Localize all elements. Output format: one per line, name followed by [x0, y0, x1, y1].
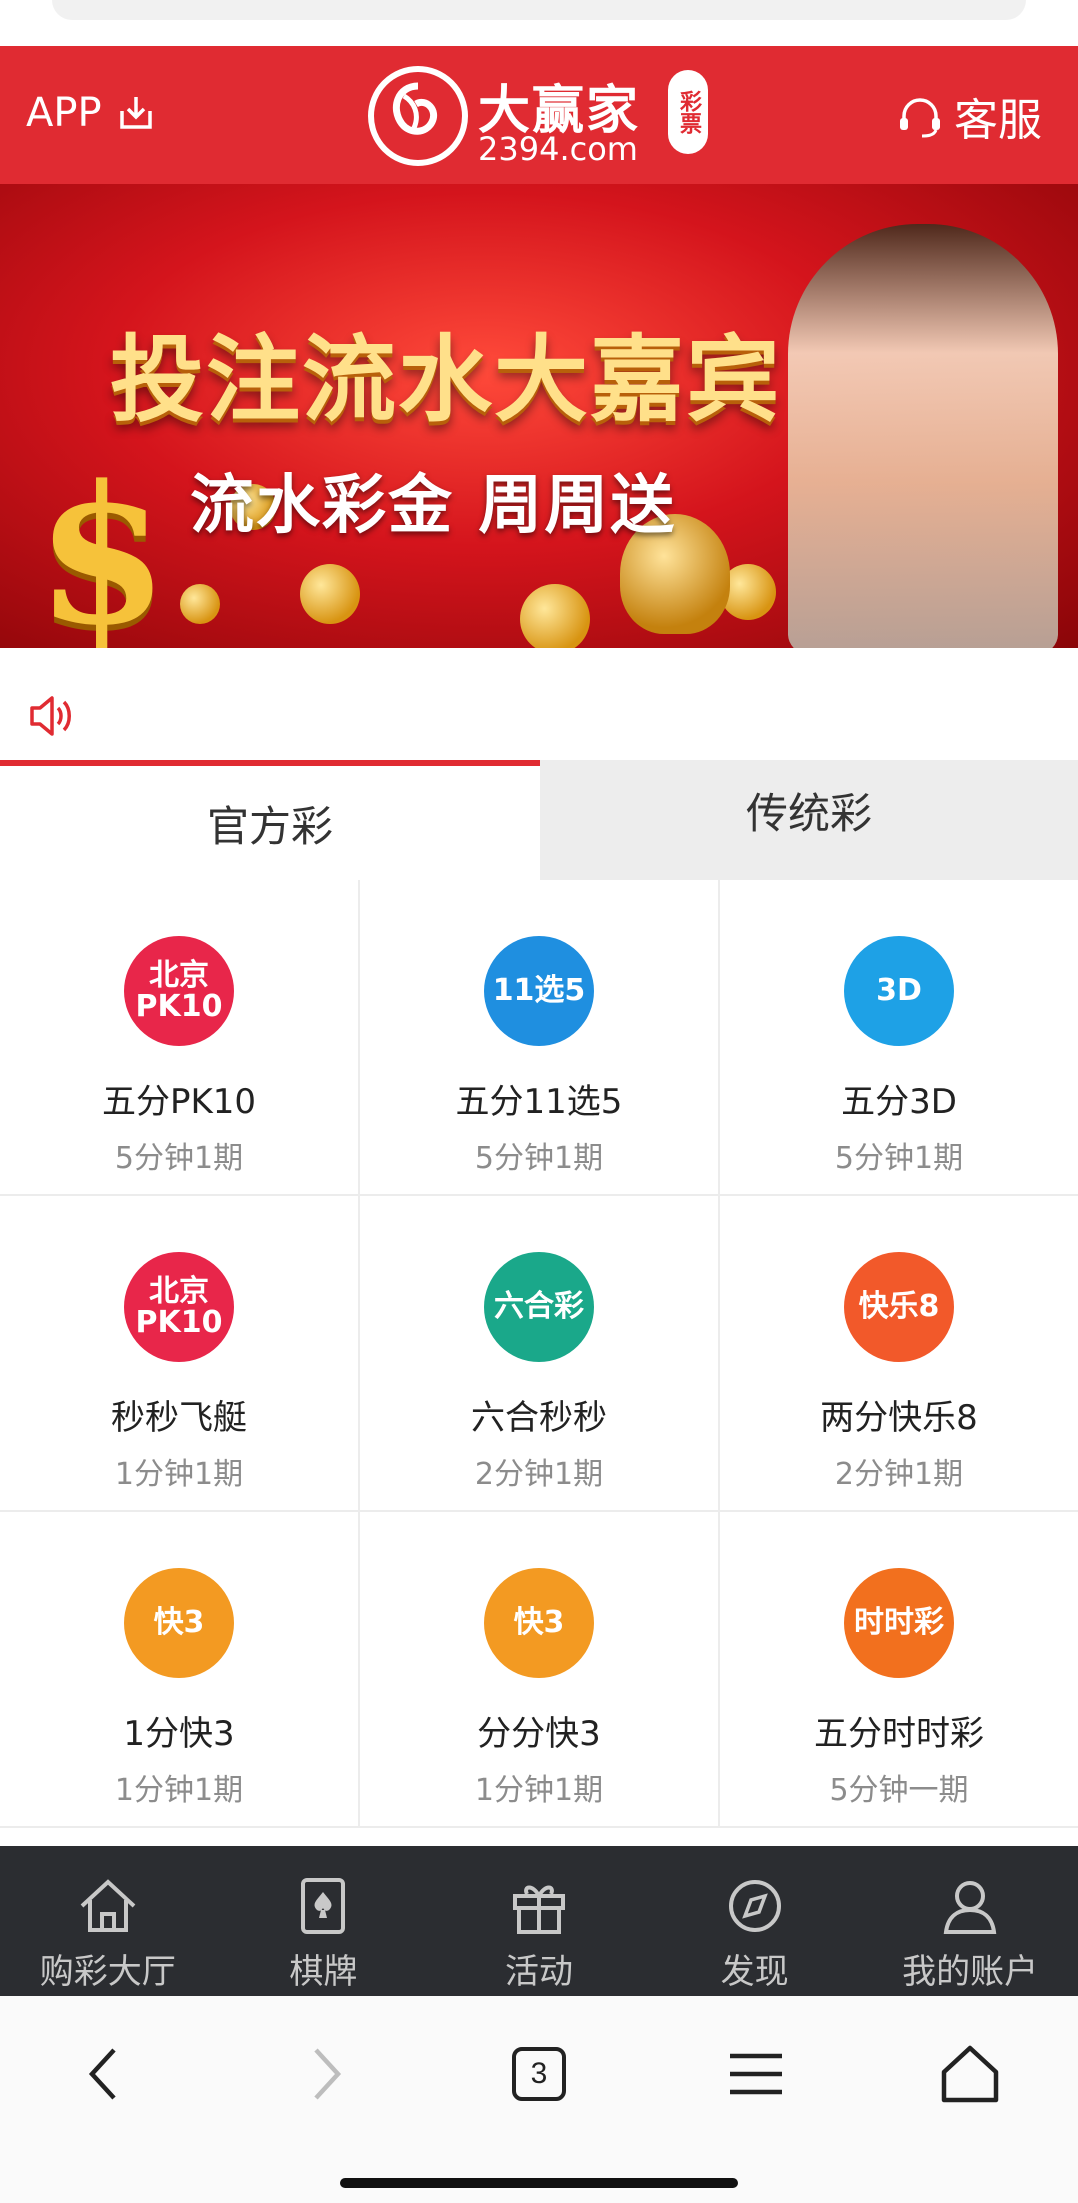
address-bar-remnant [52, 0, 1026, 20]
compass-icon [728, 1880, 781, 1932]
k3-icon: 快3 [484, 1568, 594, 1678]
browser-toolbar: 3 [0, 1996, 1078, 2203]
3d-icon: 3D [844, 936, 954, 1046]
banner-title: 投注流水大嘉宾 [110, 325, 783, 435]
game-period: 1分钟1期 [114, 1457, 244, 1492]
promo-banner[interactable]: $ 投注流水大嘉宾 流水彩金 周周送 [0, 184, 1078, 648]
site-logo[interactable]: 大赢家 2394.com 彩票 [368, 60, 708, 172]
game-card[interactable]: 3D 五分3D 5分钟1期 [720, 880, 1078, 1196]
banner-model-image [788, 224, 1058, 648]
dollar-sign-decoration: $ [36, 444, 169, 648]
tabbar-label: 发现 [720, 1952, 789, 1992]
gift-icon [512, 1885, 565, 1934]
game-period: 1分钟1期 [114, 1773, 244, 1808]
mark-six-icon: 六合彩 [484, 1252, 594, 1362]
coin-decoration [300, 564, 360, 624]
game-card[interactable]: 北京 PK10 五分PK10 5分钟1期 [0, 880, 360, 1196]
tabbar-item-account[interactable]: 我的账户 [862, 1846, 1078, 1996]
tabs-button[interactable]: 3 [499, 2034, 579, 2114]
tab-traditional[interactable]: 传统彩 [540, 760, 1078, 880]
game-period: 2分钟1期 [474, 1457, 604, 1492]
coin-decoration [180, 584, 220, 624]
tab-count: 3 [512, 2047, 566, 2101]
game-card[interactable]: 六合彩 六合秒秒 2分钟1期 [360, 1196, 720, 1512]
tabbar-item-events[interactable]: 活动 [431, 1846, 647, 1996]
game-period: 5分钟1期 [114, 1141, 244, 1176]
game-name: 六合秒秒 [471, 1398, 607, 1438]
tabbar-label: 我的账户 [902, 1952, 1039, 1992]
banner-subtitle: 流水彩金 周周送 [190, 469, 677, 543]
customer-service-button[interactable]: 客服 [896, 84, 1042, 148]
chevron-right-icon [314, 2048, 342, 2100]
tab-official[interactable]: 官方彩 [0, 760, 540, 880]
game-name: 五分时时彩 [814, 1714, 984, 1754]
game-name: 秒秒飞艇 [111, 1398, 247, 1438]
headset-icon [900, 98, 940, 138]
game-name: 五分11选5 [455, 1082, 623, 1122]
game-card[interactable]: 快乐8 两分快乐8 2分钟1期 [720, 1196, 1078, 1512]
forward-button[interactable] [286, 2034, 366, 2114]
game-period: 5分钟1期 [834, 1141, 964, 1176]
app-label: APP [26, 90, 102, 136]
home-icon [80, 1879, 136, 1932]
app-download-button[interactable]: APP [26, 90, 156, 136]
game-name: 分分快3 [477, 1714, 601, 1754]
11x5-icon: 11选5 [484, 936, 594, 1046]
pk10-icon: 北京 PK10 [124, 936, 234, 1046]
home-indicator[interactable] [340, 2178, 738, 2188]
speaker-icon [30, 696, 71, 736]
bottom-tab-bar: 购彩大厅 棋牌 活动 发现 我的账户 [0, 1846, 1078, 1996]
chevron-left-icon [88, 2048, 116, 2100]
site-header: APP 大赢家 2394.com 彩票 客服 [0, 46, 1078, 184]
tabbar-item-lobby[interactable]: 购彩大厅 [0, 1846, 216, 1996]
logo-seal: 彩票 [668, 70, 708, 154]
game-grid: 北京 PK10 五分PK10 5分钟1期 11选5 五分11选5 5分钟1期 3… [0, 880, 1078, 1828]
tabbar-item-cards[interactable]: 棋牌 [216, 1846, 432, 1996]
game-card[interactable]: 时时彩 五分时时彩 5分钟一期 [720, 1512, 1078, 1828]
game-period: 5分钟1期 [474, 1141, 604, 1176]
user-icon [943, 1881, 997, 1934]
game-period: 1分钟1期 [474, 1773, 604, 1808]
service-label: 客服 [954, 95, 1042, 146]
menu-button[interactable] [716, 2034, 796, 2114]
tab-label: 官方彩 [206, 801, 333, 851]
lottery-category-tabs: 官方彩 传统彩 [0, 760, 1078, 880]
menu-icon [730, 2053, 782, 2095]
download-icon [119, 97, 152, 129]
game-card[interactable]: 北京 PK10 秒秒飞艇 1分钟1期 [0, 1196, 360, 1512]
tabbar-label: 棋牌 [289, 1952, 358, 1992]
keno8-icon: 快乐8 [844, 1252, 954, 1362]
tabbar-item-discover[interactable]: 发现 [647, 1846, 863, 1996]
announcement-bar[interactable] [0, 648, 1078, 758]
game-name: 五分3D [841, 1082, 957, 1122]
pk10-icon: 北京 PK10 [124, 1252, 234, 1362]
game-period: 2分钟1期 [834, 1457, 964, 1492]
game-card[interactable]: 快3 分分快3 1分钟1期 [360, 1512, 720, 1828]
tabbar-label: 活动 [504, 1952, 573, 1992]
tabbar-label: 购彩大厅 [39, 1952, 176, 1992]
coin-decoration [520, 584, 590, 648]
k3-icon: 快3 [124, 1568, 234, 1678]
back-button[interactable] [64, 2034, 144, 2114]
logo-domain: 2394.com [478, 130, 638, 168]
ssc-icon: 时时彩 [844, 1568, 954, 1678]
game-name: 两分快乐8 [820, 1398, 978, 1438]
home-button[interactable] [930, 2034, 1010, 2114]
game-card[interactable]: 11选5 五分11选5 5分钟1期 [360, 880, 720, 1196]
game-period: 5分钟一期 [829, 1773, 969, 1808]
logo-emblem [368, 66, 468, 166]
home-outline-icon [941, 2045, 999, 2103]
game-name: 1分快3 [123, 1714, 235, 1754]
game-card[interactable]: 快3 1分快3 1分钟1期 [0, 1512, 360, 1828]
game-name: 五分PK10 [101, 1082, 257, 1122]
tab-label: 传统彩 [745, 789, 872, 838]
cards-icon [301, 1878, 346, 1934]
